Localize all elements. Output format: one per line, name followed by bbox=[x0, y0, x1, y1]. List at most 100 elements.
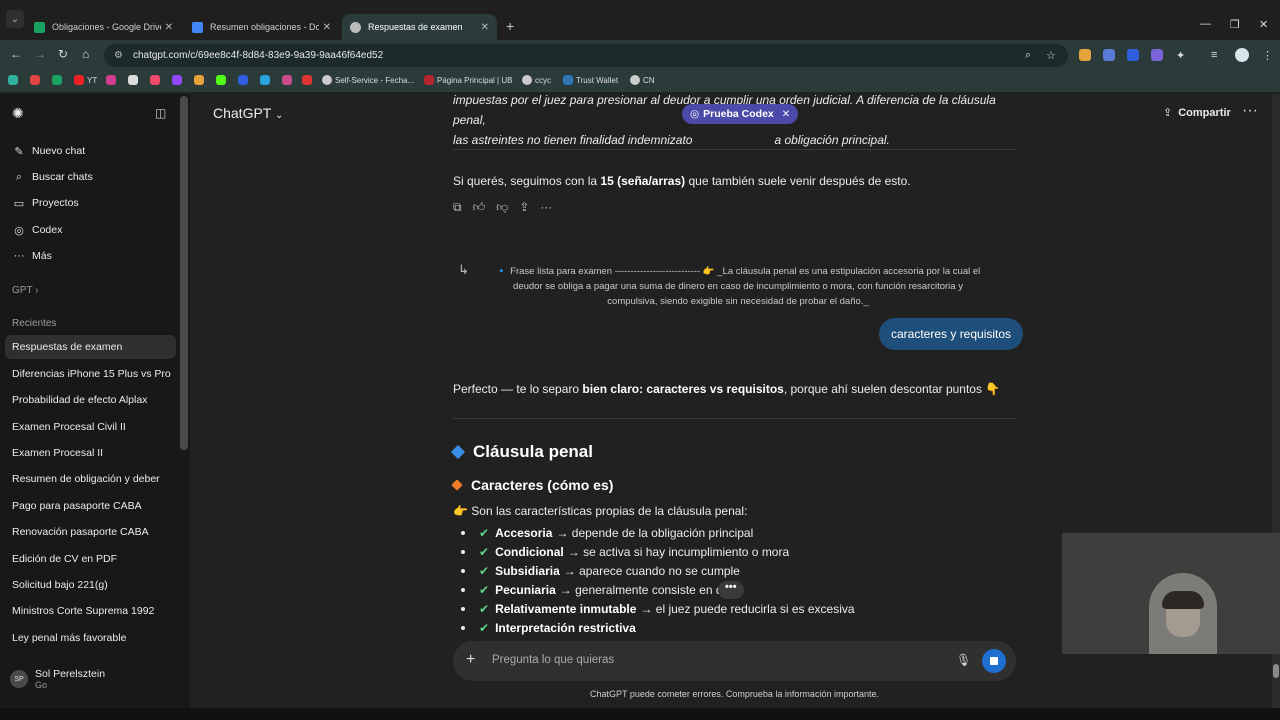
sidebar-item-projects[interactable]: ▭ Proyectos bbox=[5, 191, 176, 215]
recent-chat-item[interactable]: Renovación pasaporte CABA bbox=[5, 520, 176, 544]
telegram-icon[interactable] bbox=[260, 75, 270, 85]
close-icon[interactable]: ✕ bbox=[165, 22, 173, 33]
recent-chat-item[interactable]: Resumen de obligación y deber bbox=[5, 467, 176, 491]
microphone-icon[interactable]: 🎙︎ bbox=[956, 653, 971, 667]
bookmark-ub[interactable]: Página Principal | UB bbox=[424, 75, 512, 85]
tab-chatgpt[interactable]: Respuestas de examen ✕ bbox=[342, 14, 497, 40]
recent-chat-item[interactable]: Ministros Corte Suprema 1992 bbox=[5, 599, 176, 623]
window-close-icon[interactable]: ✕ bbox=[1259, 18, 1268, 31]
recent-chat-item[interactable]: Pago para pasaporte CABA bbox=[5, 494, 176, 518]
recent-chat-item[interactable]: Ley penal más favorable bbox=[5, 626, 176, 650]
recent-chat-item[interactable]: Examen Procesal Civil II bbox=[5, 415, 176, 439]
bookmark-self-service[interactable]: Self-Service - Fecha... bbox=[322, 75, 414, 85]
site-settings-icon[interactable]: ⚙ bbox=[114, 50, 123, 61]
message-composer[interactable]: + Pregunta lo que quieras 🎙︎ bbox=[453, 641, 1016, 681]
sidebar-item-more[interactable]: ··· Más bbox=[5, 244, 176, 268]
thumbs-up-icon[interactable]: 👍︎ bbox=[473, 200, 486, 215]
zoom-icon[interactable]: ⌕ bbox=[1025, 49, 1031, 62]
new-tab-button[interactable]: + bbox=[506, 18, 514, 34]
twitch-icon[interactable] bbox=[172, 75, 182, 85]
close-icon[interactable]: ✕ bbox=[782, 109, 790, 120]
bookmark-trust-wallet[interactable]: Trust Wallet bbox=[563, 75, 618, 85]
recent-chat-label: Renovación pasaporte CABA bbox=[12, 526, 149, 538]
model-selector[interactable]: ChatGPT ⌄ bbox=[213, 105, 283, 121]
recent-chat-item[interactable]: Probabilidad de efecto Alplax bbox=[5, 388, 176, 412]
bookmarks-bar: YT Self-Service - Fecha... Página Princi… bbox=[0, 70, 1280, 92]
music-icon[interactable] bbox=[150, 75, 160, 85]
browser-menu-icon[interactable]: ⋮ bbox=[1262, 49, 1273, 62]
close-icon[interactable]: ✕ bbox=[481, 22, 489, 33]
bold-text: 15 (seña/arras) bbox=[600, 174, 686, 188]
feature-desc: → el juez puede reducirla si es excesiva bbox=[640, 601, 855, 616]
tab-search-button[interactable]: ⌄ bbox=[6, 10, 24, 28]
reload-icon[interactable]: ↻ bbox=[58, 47, 68, 61]
quoted-reference: 🔹 Frase lista para examen --------------… bbox=[458, 264, 1018, 309]
address-bar[interactable]: ⚙ chatgpt.com/c/69ee8c4f-8d84-83e9-9a39-… bbox=[104, 44, 1068, 67]
sidebar-item-search[interactable]: ⌕ Buscar chats bbox=[5, 165, 176, 189]
sidebar-toggle-icon[interactable]: ◫ bbox=[155, 106, 166, 120]
forward-icon[interactable]: → bbox=[34, 47, 46, 61]
profile-avatar[interactable] bbox=[1235, 48, 1249, 62]
bookmark-icon[interactable] bbox=[194, 75, 204, 85]
recent-chat-item[interactable]: Respuestas de examen bbox=[5, 335, 176, 359]
sidebar-scrollbar[interactable] bbox=[180, 96, 188, 450]
codex-promo-pill[interactable]: ◎ Prueba Codex ✕ bbox=[682, 104, 799, 124]
recent-chat-label: Resumen de obligación y deber bbox=[12, 473, 160, 485]
drive-icon[interactable] bbox=[52, 75, 62, 85]
recent-chat-label: Edición de CV en PDF bbox=[12, 553, 118, 565]
tab-docs[interactable]: Resumen obligaciones - Docum ✕ bbox=[184, 14, 339, 40]
extension-icon[interactable] bbox=[1127, 49, 1139, 61]
media-icon[interactable]: ≡ bbox=[1211, 49, 1217, 61]
close-icon[interactable]: ✕ bbox=[323, 22, 331, 33]
share-button[interactable]: ⇪ Compartir bbox=[1163, 106, 1231, 120]
more-icon[interactable]: ··· bbox=[540, 200, 552, 215]
share-icon[interactable]: ⇪ bbox=[519, 200, 529, 215]
sidebar-item-new-chat[interactable]: ✎ Nuevo chat bbox=[5, 139, 176, 163]
gpt-section-toggle[interactable]: GPT › bbox=[12, 285, 39, 296]
recent-chat-item[interactable]: Diferencias iPhone 15 Plus vs Pro bbox=[5, 362, 176, 386]
kick-icon[interactable] bbox=[216, 75, 226, 85]
subsection-heading: Caracteres (cómo es) bbox=[451, 477, 614, 493]
bookmark-icon[interactable] bbox=[8, 75, 18, 85]
tab-drive[interactable]: Obligaciones - Google Drive ✕ bbox=[26, 14, 181, 40]
restore-icon[interactable]: ❐ bbox=[1230, 18, 1240, 31]
recent-chat-item[interactable]: Examen Procesal II bbox=[5, 441, 176, 465]
bookmark-icon[interactable] bbox=[302, 75, 312, 85]
openai-logo-icon[interactable]: ✺ bbox=[12, 105, 24, 122]
list-item: ✔ Pecuniaria → generalmente consiste en di… bbox=[453, 580, 855, 599]
main-scrollbar-thumb[interactable] bbox=[1273, 664, 1279, 678]
extension-icon[interactable] bbox=[1079, 49, 1091, 61]
bookmark-youtube[interactable]: YT bbox=[74, 75, 97, 85]
thumbs-down-icon[interactable]: 👎︎ bbox=[496, 200, 508, 215]
conversation-options-icon[interactable]: ··· bbox=[1242, 102, 1258, 120]
bookmark-icon[interactable] bbox=[238, 75, 248, 85]
copy-icon[interactable]: ⧉ bbox=[453, 200, 462, 215]
list-item: ✔ Subsidiaria → aparece cuando no se cumpl… bbox=[453, 561, 855, 580]
minimize-icon[interactable]: — bbox=[1200, 18, 1211, 30]
back-icon[interactable]: ← bbox=[10, 47, 22, 61]
recent-chat-item[interactable]: Edición de CV en PDF bbox=[5, 547, 176, 571]
bookmark-icon[interactable] bbox=[128, 75, 138, 85]
composer-placeholder[interactable]: Pregunta lo que quieras bbox=[492, 654, 614, 666]
italic-line: las astreintes no tienen finalidad indem… bbox=[453, 133, 693, 147]
subsection-title: Caracteres (cómo es) bbox=[471, 477, 614, 493]
bookmark-icon[interactable] bbox=[282, 75, 292, 85]
check-icon: ✔ bbox=[479, 601, 490, 616]
gmail-icon[interactable] bbox=[30, 75, 40, 85]
bookmark-star-icon[interactable]: ☆ bbox=[1046, 49, 1056, 62]
codex-icon: ◎ bbox=[14, 224, 24, 237]
home-icon[interactable]: ⌂ bbox=[82, 47, 89, 61]
bookmark-ccyc[interactable]: ccyc bbox=[522, 75, 551, 85]
extension-icon[interactable] bbox=[1151, 49, 1163, 61]
plus-icon[interactable]: + bbox=[466, 651, 475, 669]
trust-wallet-icon bbox=[563, 75, 573, 85]
sidebar-item-codex[interactable]: ◎ Codex bbox=[5, 218, 176, 242]
extension-icon[interactable] bbox=[1103, 49, 1115, 61]
instagram-icon[interactable] bbox=[106, 75, 116, 85]
stop-generating-button[interactable] bbox=[982, 649, 1006, 673]
recent-chat-item[interactable]: Solicitud bajo 221(g) bbox=[5, 573, 176, 597]
user-profile-button[interactable]: SP Sol Perelsztein Go bbox=[10, 668, 105, 690]
extensions-puzzle-icon[interactable]: ✦ bbox=[1176, 49, 1185, 62]
bookmark-cn[interactable]: CN bbox=[630, 75, 655, 85]
bookmark-label: Página Principal | UB bbox=[437, 75, 513, 85]
